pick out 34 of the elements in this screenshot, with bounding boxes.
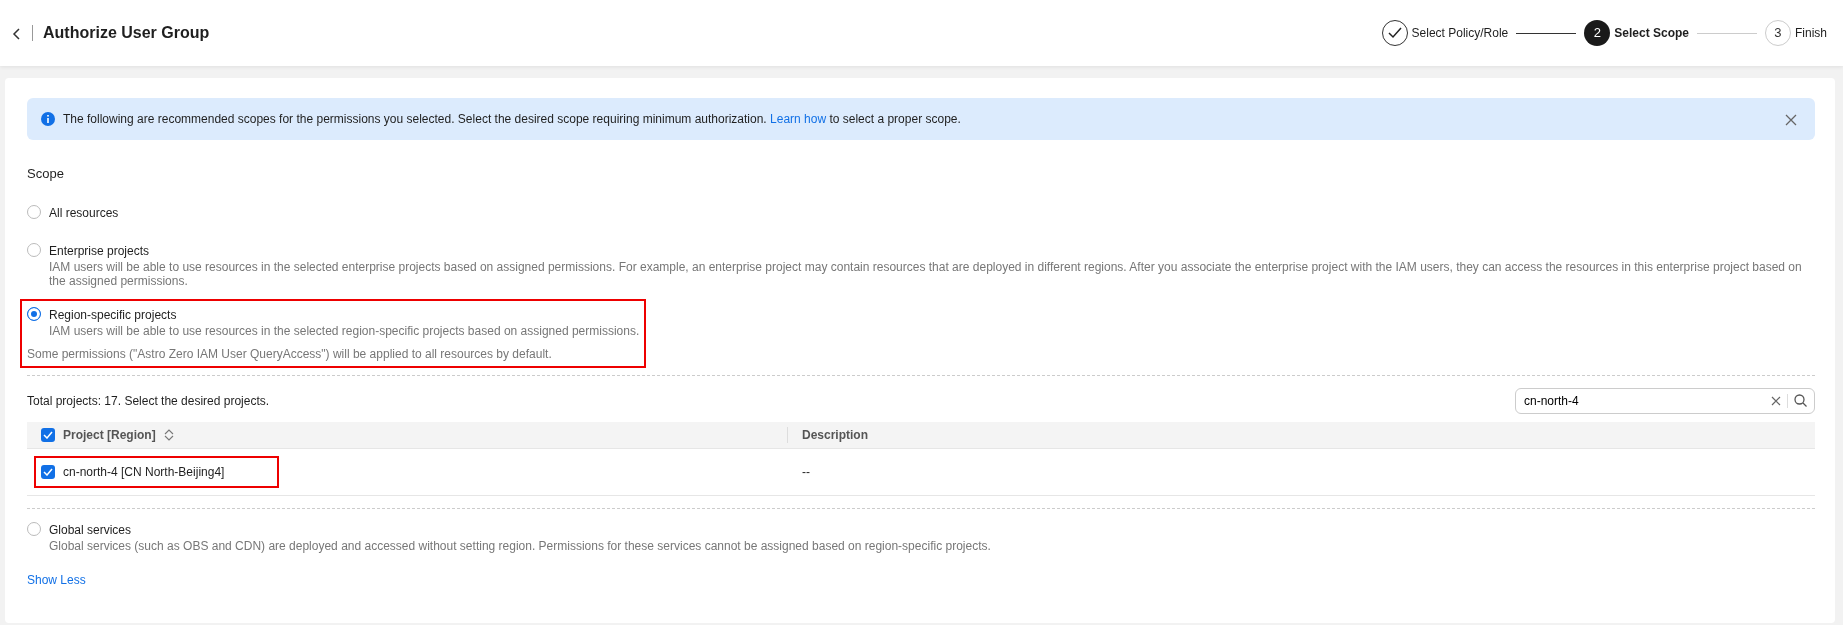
step-label: Finish [1795,25,1827,42]
radio-button[interactable] [27,242,41,257]
page-title: Authorize User Group [43,23,210,43]
back-icon[interactable] [12,26,22,41]
alert-text: The following are recommended scopes for the permissions you selected. Select the desired scope requiring minimum authorization. Learn how to select a proper scope. [63,111,962,128]
learn-how-link[interactable]: Learn how [770,112,827,126]
search-field[interactable]: cn-north-4 [1515,387,1815,414]
clear-icon[interactable] [1771,395,1781,406]
info-icon [41,112,55,126]
step-label: Select Scope [1614,25,1689,42]
row-checkbox[interactable] [41,464,55,479]
option-label: Global services [49,521,133,539]
sort-icon[interactable] [163,428,174,441]
option-label: Region-specific projects [49,307,178,325]
option-label: Enterprise projects [49,242,151,260]
section-label: Scope [27,165,65,183]
column-header: Description [802,426,868,444]
option-description: IAM users will be able to use resources in the selected region-specific projects based on assigned permissions. [49,324,640,339]
project-summary: Total projects: 17. Select the desired projects. [27,392,270,410]
radio-button[interactable] [27,521,41,536]
option-description: IAM users will be able to use resources in the selected enterprise projects based on assigned permissions. For example, an enterprise project may contain resources that are deployed in different regions. After you associate the enterprise project with the IAM users, they can access the resources in this enterprise project based on the assigned permissions. [49,259,1803,289]
step-label: Select Policy/Role [1411,25,1509,42]
radio-button[interactable] [27,204,41,219]
radio-button[interactable] [27,307,41,322]
option-label: All resources [49,204,119,222]
option-note: Some permissions ("Astro Zero IAM User QueryAccess") will be applied to all resources by default. [27,346,553,362]
column-header: Project [Region] [63,426,156,444]
table-cell-text: -- [802,463,810,481]
option-description: Global services (such as OBS and CDN) are deployed and accessed without setting region. Permissions for these services cannot be assigned based on region-specific projects. [49,538,991,554]
search-icon[interactable] [1794,394,1807,408]
show-less-link[interactable]: Show Less [27,571,86,590]
table-cell-text: cn-north-4 [CN North-Beijing4] [63,463,225,481]
select-all-checkbox[interactable] [41,427,55,442]
step-circle: 2 [1584,20,1611,46]
